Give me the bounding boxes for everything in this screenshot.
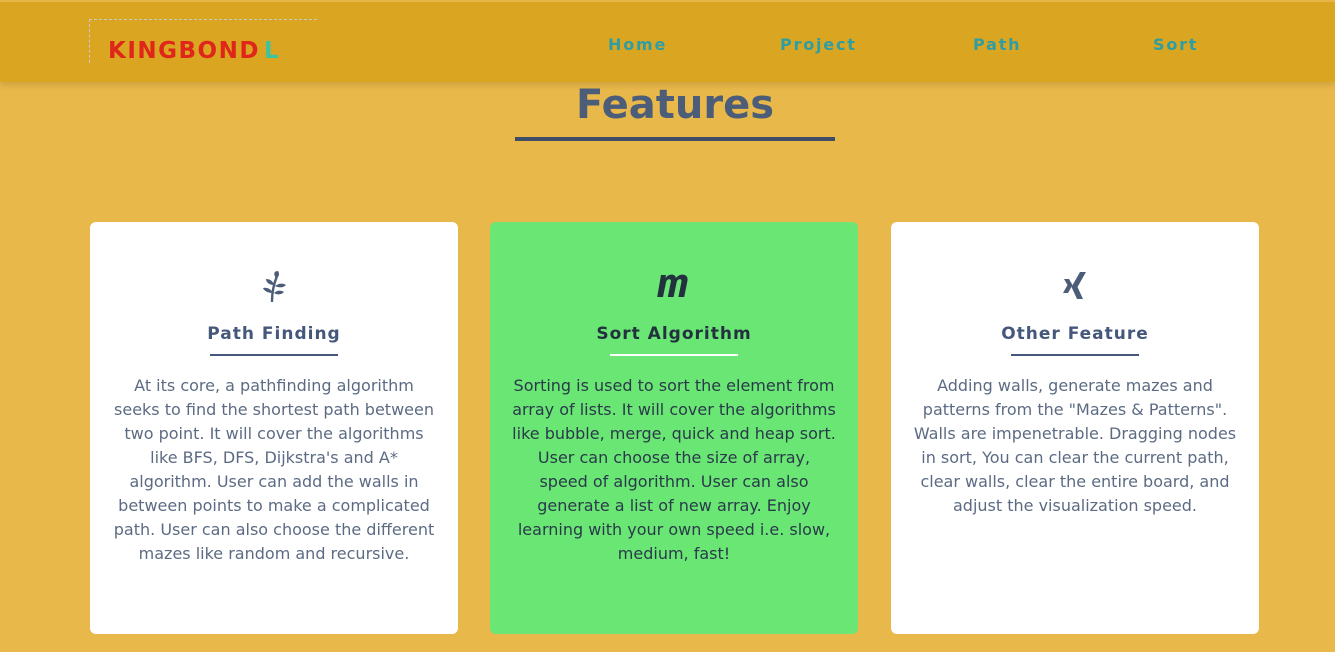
xing-icon xyxy=(891,268,1259,304)
brand-mark: L xyxy=(263,38,281,64)
brand-name: KINGBOND xyxy=(108,38,260,64)
nav-project-link[interactable]: Project xyxy=(780,35,857,54)
card-underline xyxy=(1011,354,1139,356)
feature-card-other-feature[interactable]: Other Feature Adding walls, generate maz… xyxy=(891,222,1259,634)
card-underline xyxy=(210,354,338,356)
section-title: Features xyxy=(575,82,775,128)
brand-logo[interactable]: KINGBOND L xyxy=(89,19,317,64)
nav-sort-link[interactable]: Sort xyxy=(1153,35,1198,54)
title-underline xyxy=(515,137,835,141)
navbar: KINGBOND L Home Project Path Sort xyxy=(0,2,1335,82)
feature-card-path-finding[interactable]: Path Finding At its core, a pathfinding … xyxy=(90,222,458,634)
card-description: Sorting is used to sort the element from… xyxy=(512,376,836,563)
m-logo-icon xyxy=(490,268,858,304)
card-title: Other Feature xyxy=(1001,324,1149,344)
card-title: Sort Algorithm xyxy=(596,324,752,344)
card-description: Adding walls, generate mazes and pattern… xyxy=(913,376,1237,515)
card-description: At its core, a pathfinding algorithm see… xyxy=(113,376,435,563)
card-title: Path Finding xyxy=(207,324,341,344)
feature-card-sort-algorithm[interactable]: Sort Algorithm Sorting is used to sort t… xyxy=(490,222,858,634)
nav-path-link[interactable]: Path xyxy=(973,35,1021,54)
card-underline xyxy=(610,354,738,356)
nav-home-link[interactable]: Home xyxy=(608,35,667,54)
brand-text: KINGBOND L xyxy=(108,38,280,64)
leaf-sprig-icon xyxy=(90,268,458,304)
